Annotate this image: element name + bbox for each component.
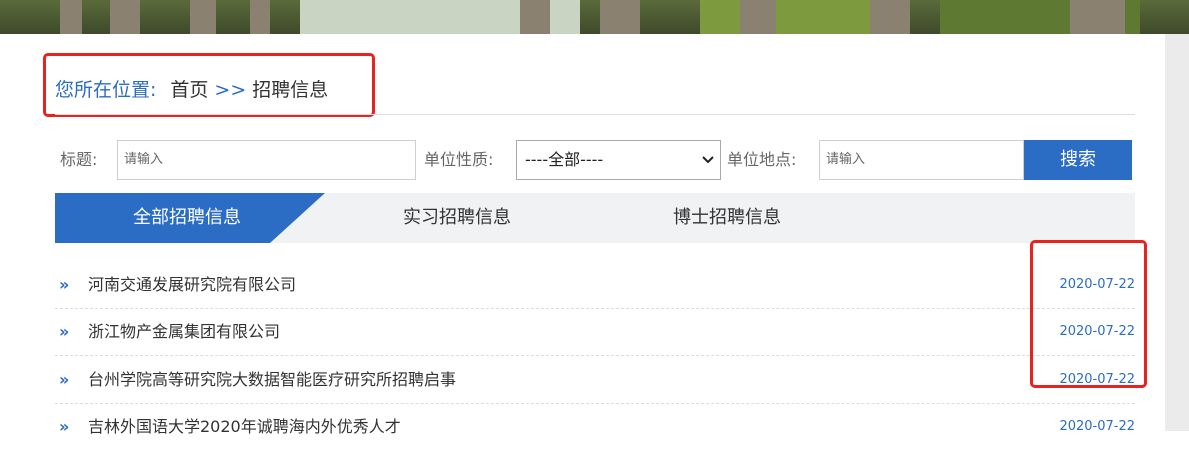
double-chevron-right-icon: » xyxy=(59,275,70,294)
unit-type-select[interactable]: ----全部---- xyxy=(516,140,721,180)
list-item-date: 2020-07-22 xyxy=(1059,419,1135,434)
banner-tree-trunk xyxy=(250,0,270,34)
banner-tree-trunk xyxy=(60,0,82,34)
list-item-title[interactable]: 浙江物产金属集团有限公司 xyxy=(88,308,280,355)
unit-type-selected-value: ----全部---- xyxy=(525,150,604,169)
banner-tree-trunk xyxy=(520,0,550,34)
tab-internship-jobs[interactable]: 实习招聘信息 xyxy=(403,193,511,243)
highlight-box-dates xyxy=(1030,240,1147,388)
tab-phd-jobs[interactable]: 博士招聘信息 xyxy=(673,193,781,243)
banner-tree-trunk xyxy=(870,0,910,34)
highlight-box-breadcrumb xyxy=(43,53,375,117)
list-item[interactable]: » 台州学院高等研究院大数据智能医疗研究所招聘启事 2020-07-22 xyxy=(55,356,1135,404)
double-chevron-right-icon: » xyxy=(59,322,70,341)
unit-type-label: 单位性质: xyxy=(424,150,494,169)
double-chevron-right-icon: » xyxy=(59,417,70,436)
title-search-input[interactable]: 请输入 xyxy=(117,140,416,180)
list-item-title[interactable]: 台州学院高等研究院大数据智能医疗研究所招聘启事 xyxy=(88,356,456,403)
banner-tree-trunk xyxy=(740,0,776,34)
list-item-title[interactable]: 吉林外国语大学2020年诚聘海内外优秀人才 xyxy=(88,403,401,450)
double-chevron-right-icon: » xyxy=(59,370,70,389)
banner-tree-trunk xyxy=(190,0,216,34)
location-filter-label: 单位地点: xyxy=(727,150,797,169)
search-button[interactable]: 搜索 xyxy=(1024,140,1132,180)
header-banner-photo xyxy=(0,0,1189,34)
location-search-input[interactable]: 请输入 xyxy=(819,140,1024,180)
title-filter-label: 标题: xyxy=(60,150,98,169)
list-item[interactable]: » 河南交通发展研究院有限公司 2020-07-22 xyxy=(55,261,1135,309)
banner-tree-trunk xyxy=(600,0,640,34)
banner-tree-trunk xyxy=(110,0,140,34)
divider xyxy=(55,114,1135,115)
list-item[interactable]: » 吉林外国语大学2020年诚聘海内外优秀人才 2020-07-22 xyxy=(55,403,1135,450)
chevron-down-icon xyxy=(702,141,714,193)
banner-foliage xyxy=(700,0,880,34)
list-item-title[interactable]: 河南交通发展研究院有限公司 xyxy=(88,261,296,308)
tab-all-jobs[interactable]: 全部招聘信息 xyxy=(133,193,241,243)
list-item[interactable]: » 浙江物产金属集团有限公司 2020-07-22 xyxy=(55,308,1135,356)
banner-tree-trunk xyxy=(1070,0,1125,34)
page-side-gutter xyxy=(1165,34,1189,431)
